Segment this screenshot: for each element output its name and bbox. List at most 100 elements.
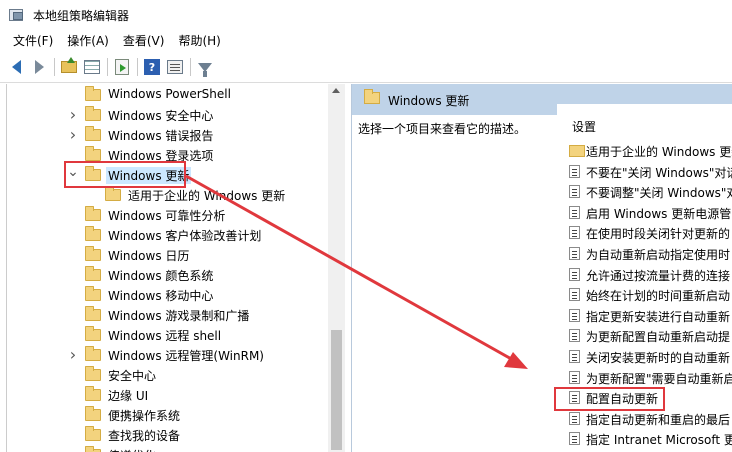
tree-item[interactable]: Windows 远程 shell [7,324,329,344]
tree-item-label: 边缘 UI [108,389,149,403]
menu-file[interactable]: 文件(F) [6,31,60,51]
column-header-setting[interactable]: 设置 [572,118,596,135]
back-icon [11,60,21,74]
toolbar-separator [137,58,138,76]
chevron-right-icon[interactable]: › [67,105,79,124]
tree-item[interactable]: › Windows 远程管理(WinRM) [7,344,329,364]
tree-item[interactable]: Windows 可靠性分析 [7,204,329,224]
tree-item[interactable]: Windows PowerShell [7,84,329,104]
tree-item-label: Windows PowerShell [108,87,231,101]
title-bar: 本地组策略编辑器 [0,0,732,30]
policy-setting-item[interactable]: 为自动重新启动指定使用时 [557,243,732,263]
setting-label: 指定 Intranet Microsoft 更 [586,433,732,448]
filter-button[interactable] [195,57,215,77]
menu-help[interactable]: 帮助(H) [171,31,227,51]
policy-setting-icon [569,288,580,302]
details-header-title: Windows 更新 [388,94,470,108]
folder-icon [85,266,101,281]
setting-label: 关闭安装更新时的自动重新 [586,351,731,365]
tree-item[interactable]: › Windows 错误报告 [7,124,329,144]
folder-icon [85,386,101,401]
window-title: 本地组策略编辑器 [33,8,130,23]
setting-label: 适用于企业的 Windows 更新 [586,145,732,159]
menu-view[interactable]: 查看(V) [116,31,172,51]
properties-icon [167,60,183,74]
policy-setting-item[interactable]: 为更新配置自动重新启动提 [557,325,732,345]
tree-item-label: Windows 移动中心 [108,289,214,303]
properties-button[interactable] [165,57,185,77]
tree-item[interactable]: Windows 登录选项 [7,144,329,164]
scroll-up-icon[interactable] [332,88,340,93]
folder-icon [85,326,101,341]
chevron-down-icon[interactable]: ⌄ [67,164,79,180]
policy-setting-item[interactable]: 不要调整"关闭 Windows"对 [557,181,732,201]
setting-label: 不要在"关闭 Windows"对话 [586,165,732,180]
tree-item[interactable]: 安全中心 [7,364,329,384]
policy-setting-item[interactable]: 启用 Windows 更新电源管 [557,202,732,222]
group-policy-app-icon [9,8,25,22]
policy-setting-item[interactable]: 始终在计划的时间重新启动 [557,284,732,304]
setting-label: 指定自动更新和重启的最后 [586,412,731,427]
settings-folder-item[interactable]: 适用于企业的 Windows 更新 [557,140,732,160]
folder-icon [85,286,101,301]
forward-button[interactable] [29,57,49,77]
policy-setting-icon [569,247,580,260]
tree-item[interactable]: 适用于企业的 Windows 更新 [7,184,329,204]
tree-item[interactable]: 查找我的设备 [7,424,329,444]
tree-item[interactable]: 便携操作系统 [7,404,329,424]
tree-scrollbar[interactable] [328,84,345,452]
up-one-level-button[interactable] [59,57,79,77]
tree-item-label: Windows 日历 [108,249,190,263]
policy-setting-item[interactable]: 指定自动更新和重启的最后 [557,408,732,428]
filter-icon [198,62,212,77]
policy-setting-item[interactable]: 允许通过按流量计费的连接 [557,264,732,284]
policy-setting-item[interactable]: 为更新配置"需要自动重新启 [557,367,732,387]
policy-setting-icon [569,185,580,199]
tree-item[interactable]: ⌄ Windows 更新 [7,164,329,184]
folder-icon [105,186,121,201]
policy-setting-icon [569,226,580,240]
policy-setting-icon [569,432,580,446]
tree-item-label: Windows 游戏录制和广播 [108,309,250,323]
folder-icon [85,86,101,101]
help-button[interactable]: ? [142,57,162,77]
tree-item[interactable]: Windows 颜色系统 [7,264,329,284]
policy-setting-item[interactable]: 指定 Intranet Microsoft 更 [557,428,732,448]
toolbar-divider [0,82,732,83]
policy-setting-item[interactable]: 在使用时段关闭针对更新的 [557,222,732,242]
tree-item-label: 适用于企业的 Windows 更新 [128,189,286,203]
chevron-right-icon[interactable]: › [67,125,79,144]
tree-item[interactable]: 传递优化 [7,444,329,452]
forward-icon [34,60,44,74]
export-list-button[interactable] [112,57,132,77]
folder-icon [569,145,585,157]
tree-item[interactable]: Windows 客户体验改善计划 [7,224,329,244]
menu-action[interactable]: 操作(A) [60,31,116,51]
setting-label: 始终在计划的时间重新启动 [586,289,731,304]
folder-icon [85,346,101,361]
tree-item[interactable]: 边缘 UI [7,384,329,404]
tree-item[interactable]: Windows 日历 [7,244,329,264]
chevron-right-icon[interactable]: › [67,345,79,364]
policy-setting-icon [569,267,580,281]
tree-item[interactable]: Windows 游戏录制和广播 [7,304,329,324]
policy-setting-item[interactable]: 指定更新安装进行自动重新 [557,305,732,325]
policy-setting-icon [569,308,580,322]
setting-label: 指定更新安装进行自动重新 [586,309,731,324]
scrollbar-thumb[interactable] [331,330,342,450]
policy-setting-item[interactable]: 不要在"关闭 Windows"对话 [557,161,732,181]
setting-label: 启用 Windows 更新电源管 [586,206,732,221]
policy-setting-icon [569,329,580,343]
folder-icon [85,166,101,181]
setting-label: 允许通过按流量计费的连接 [586,268,731,283]
tree-item[interactable]: Windows 移动中心 [7,284,329,304]
folder-icon [85,306,101,321]
policy-setting-item[interactable]: 配置自动更新 [557,387,732,407]
tree-item-label: Windows 错误报告 [108,129,214,143]
back-button[interactable] [6,57,26,77]
folder-icon [85,106,101,121]
policy-setting-item[interactable]: 关闭安装更新时的自动重新 [557,346,732,366]
tree-item[interactable]: › Windows 安全中心 [7,104,329,124]
show-hide-tree-button[interactable] [82,57,102,77]
policy-tree[interactable]: Windows PowerShell › Windows 安全中心 › Windows … [6,84,344,452]
